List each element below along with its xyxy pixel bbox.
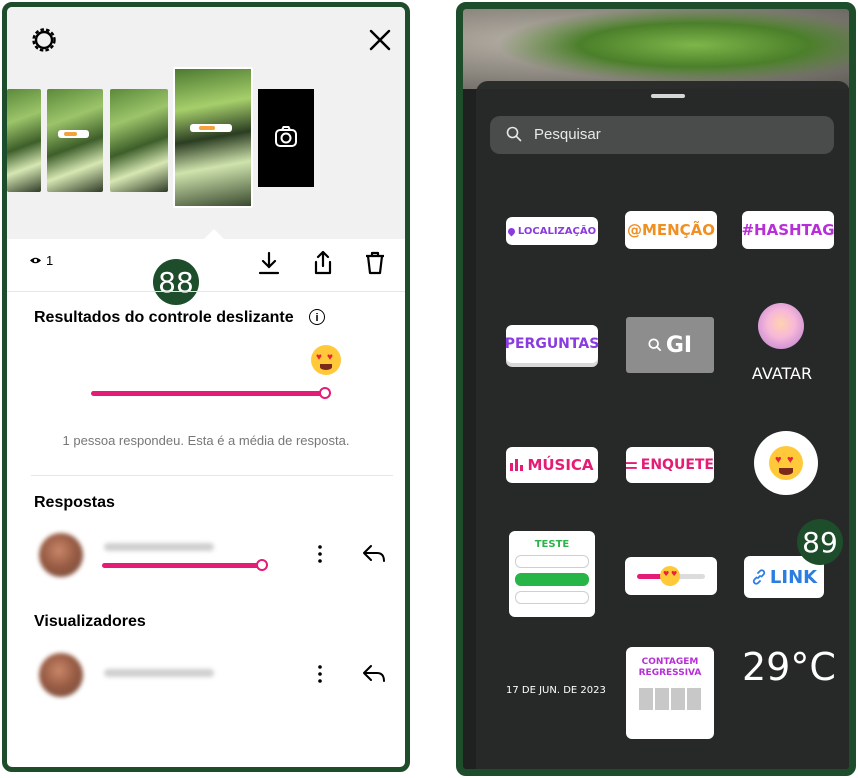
questions-sticker[interactable]: PERGUNTAS [505, 325, 599, 363]
emoji-slider-sticker-bubble[interactable]: ♥ ♥ [754, 431, 818, 495]
reply-icon[interactable] [361, 543, 387, 565]
music-sticker[interactable]: MÚSICA [506, 447, 598, 483]
search-icon [648, 338, 662, 352]
step-badge: 88 [153, 259, 199, 305]
responses-title: Respostas [34, 494, 115, 511]
download-icon[interactable] [255, 249, 283, 277]
story-thumbnails-area [7, 7, 405, 240]
heart-eyes-emoji-icon: ♥ ♥ [660, 566, 680, 586]
search-icon [506, 126, 522, 142]
camera-icon [275, 126, 297, 147]
avatar[interactable] [39, 533, 83, 577]
response-slider-track [102, 563, 260, 568]
username-blurred [104, 669, 214, 677]
avatar[interactable] [39, 653, 83, 697]
eye-icon [30, 257, 41, 264]
sticker-sheet: Pesquisar LOCALIZAÇÃO @MENÇÃO #HASHTAG P… [476, 81, 849, 769]
pin-icon [506, 226, 517, 236]
drag-handle[interactable] [651, 94, 685, 98]
search-input[interactable]: Pesquisar [490, 116, 834, 154]
avatar-sticker-image[interactable] [758, 303, 804, 349]
temperature-sticker[interactable]: 29°C [742, 645, 836, 689]
more-icon[interactable] [318, 665, 322, 683]
divider [7, 291, 405, 292]
heart-eyes-emoji-icon: ♥ ♥ [769, 446, 803, 480]
slider-results-title: Resultados do controle deslizante [34, 309, 294, 326]
emoji-slider-sticker[interactable]: ♥ ♥ [625, 557, 717, 595]
hashtag-sticker[interactable]: #HASHTAG [741, 211, 835, 249]
selection-pointer [203, 229, 225, 240]
date-sticker[interactable]: 17 DE JUN. DE 2023 [506, 685, 606, 696]
trash-icon[interactable] [361, 249, 389, 277]
gif-sticker[interactable]: GI [626, 317, 714, 373]
divider [31, 475, 393, 476]
more-icon[interactable] [318, 545, 322, 563]
reply-icon[interactable] [361, 663, 387, 685]
username-blurred [104, 543, 214, 551]
views-count[interactable]: 1 [29, 253, 53, 268]
gear-icon[interactable] [29, 25, 59, 55]
poll-sticker[interactable]: ENQUETE [626, 447, 714, 483]
quiz-sticker[interactable]: TESTE [509, 531, 595, 617]
story-thumbnail[interactable] [47, 89, 103, 192]
story-thumbnail-selected[interactable] [173, 67, 253, 208]
views-count-value: 1 [46, 253, 54, 268]
info-icon[interactable]: i [309, 309, 325, 325]
link-icon [752, 569, 765, 585]
share-icon[interactable] [309, 249, 337, 277]
heart-eyes-emoji-icon: ♥ ♥ [311, 345, 341, 375]
story-thumbnail[interactable] [7, 89, 41, 192]
step-badge: 89 [797, 519, 843, 565]
average-slider-track [91, 391, 323, 396]
story-thumbnail[interactable] [110, 89, 168, 192]
mention-sticker[interactable]: @MENÇÃO [625, 211, 717, 249]
add-story-tile[interactable] [258, 89, 314, 187]
story-insights-panel: 1 88 Resultados do controle deslizante i… [2, 2, 410, 772]
story-background-image [463, 9, 849, 89]
average-slider-knob [319, 387, 331, 399]
search-placeholder: Pesquisar [534, 126, 601, 143]
response-slider-knob [256, 559, 268, 571]
close-icon[interactable] [365, 25, 395, 55]
countdown-sticker[interactable]: CONTAGEM REGRESSIVA [626, 647, 714, 739]
avatar-sticker-label[interactable]: AVATAR [742, 364, 822, 383]
sticker-picker-panel: Pesquisar LOCALIZAÇÃO @MENÇÃO #HASHTAG P… [456, 2, 856, 776]
poll-lines-icon [626, 461, 637, 469]
slider-results-caption: 1 pessoa respondeu. Esta é a média de re… [62, 433, 350, 448]
music-bars-icon [510, 459, 524, 471]
location-sticker[interactable]: LOCALIZAÇÃO [506, 217, 598, 245]
viewers-title: Visualizadores [34, 613, 146, 630]
